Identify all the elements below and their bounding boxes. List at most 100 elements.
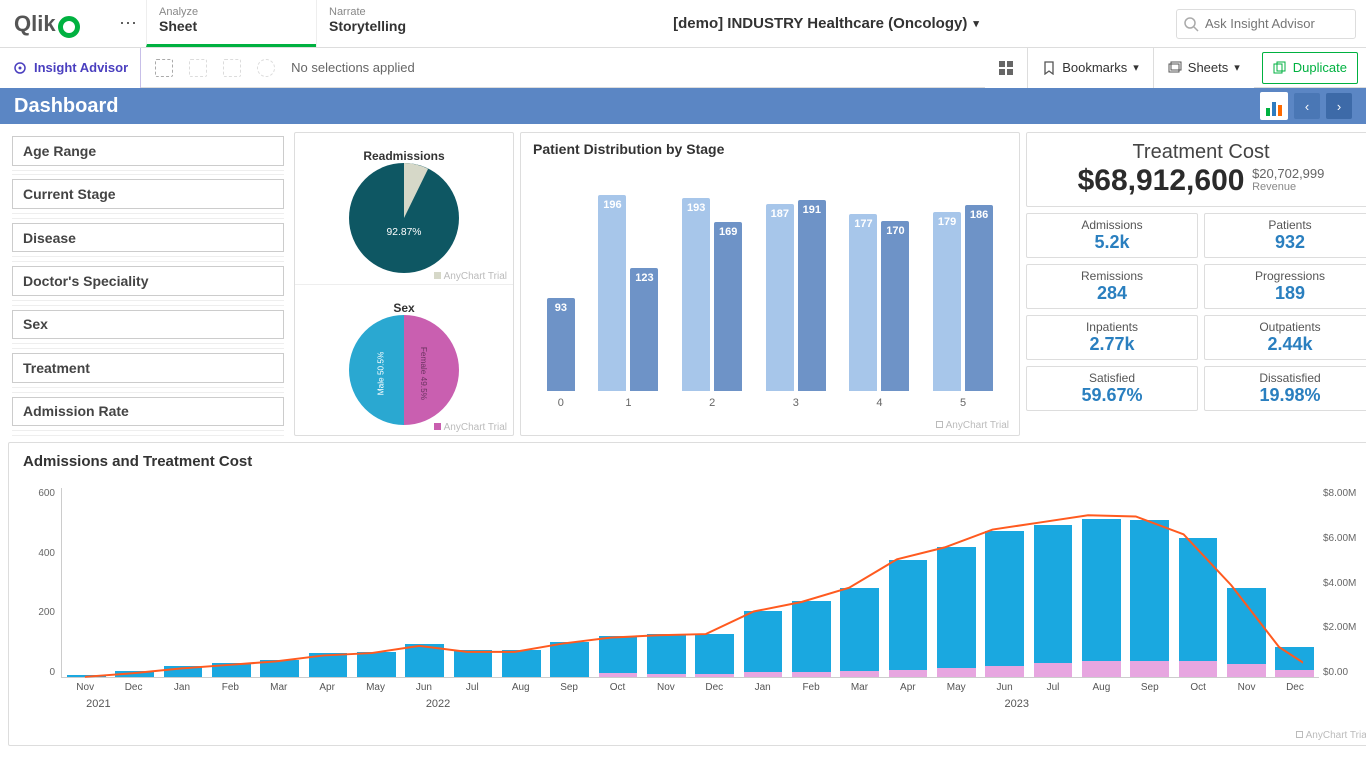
step-forward-icon[interactable] [223,59,241,77]
search-icon [1183,16,1199,32]
filter-item[interactable]: Sex [12,310,284,340]
kpi-value: 19.98% [1209,385,1366,406]
tab-analyze[interactable]: Analyze Sheet [146,0,316,47]
sheets-button[interactable]: Sheets ▾ [1153,48,1254,88]
readmissions-pie[interactable]: Readmissions 92.87% AnyChart Trial [295,133,513,284]
kpi-card[interactable]: Progressions189 [1204,264,1366,309]
sheets-label: Sheets [1188,60,1228,75]
y-axis-left: 6004002000 [25,488,55,678]
step-back-icon[interactable] [189,59,207,77]
clear-selections-icon[interactable] [257,59,275,77]
filter-item[interactable]: Age Range [12,136,284,166]
tab-suplabel: Analyze [159,6,304,18]
app-header: Qlik ⋯ Analyze Sheet Narrate Storytellin… [0,0,1366,48]
sheet-title: Dashboard [14,95,118,118]
chevron-down-icon: ▾ [1234,61,1240,74]
chevron-down-icon: ▾ [973,17,979,30]
x-axis-months: NovDecJanFebMarAprMayJunJulAugSepOctNovD… [61,682,1319,693]
kpi-label: Dissatisfied [1209,371,1366,385]
kpi-label: Outpatients [1209,320,1366,334]
app-title[interactable]: [demo] INDUSTRY Healthcare (Oncology) ▾ [486,0,1166,47]
more-menu-button[interactable]: ⋯ [110,0,146,47]
kpi-label: Admissions [1031,218,1193,232]
kpi-label: Satisfied [1031,371,1193,385]
insight-label: Insight Advisor [34,60,128,75]
kpi-panel: Treatment Cost $68,912,600 $20,702,999 R… [1026,132,1366,436]
kpi-card[interactable]: Remissions284 [1026,264,1198,309]
kpi-label: Progressions [1209,269,1366,283]
kpi-label: Inpatients [1031,320,1193,334]
tab-suplabel: Narrate [329,6,474,18]
filter-item[interactable]: Doctor's Speciality [12,266,284,296]
sheets-icon [1168,61,1182,75]
no-selections-text: No selections applied [291,60,415,75]
bookmark-icon [1042,61,1056,75]
prev-sheet-button[interactable]: ‹ [1294,93,1320,119]
grid-icon [999,61,1013,75]
chart-title: Admissions and Treatment Cost [9,443,1366,480]
logo-circle-icon [58,16,80,38]
y-axis-right: $8.00M$6.00M$4.00M$2.00M$0.00 [1323,488,1366,678]
combo-chart: 6004002000 $8.00M$6.00M$4.00M$2.00M$0.00… [9,480,1366,745]
filter-item[interactable]: Admission Rate [12,397,284,427]
duplicate-label: Duplicate [1293,60,1347,75]
chart-title: Patient Distribution by Stage [521,133,1019,165]
distribution-panel[interactable]: Patient Distribution by Stage 9301961231… [520,132,1020,436]
pie-pct-label: 92.87% [387,227,422,238]
kpi-card[interactable]: Inpatients2.77k [1026,315,1198,360]
sheet-header: Dashboard ‹ › [0,88,1366,124]
filter-item[interactable]: Disease [12,223,284,253]
kpi-value: 59.67% [1031,385,1193,406]
duplicate-button[interactable]: Duplicate [1262,52,1358,84]
kpi-value: $68,912,600 [1078,164,1245,198]
distribution-barchart: 93019612311931692187191317717041791865An… [521,165,1019,435]
pie-icon: 92.87% [349,163,459,273]
pie-title: Readmissions [363,143,444,163]
sex-pie[interactable]: Sex Male 50.5% Female 49.5% AnyChart Tri… [295,285,513,436]
trial-text: AnyChart Trial [444,271,507,282]
kpi-card[interactable]: Patients932 [1204,213,1366,258]
kpi-card[interactable]: Admissions5.2k [1026,213,1198,258]
kpi-value: 2.44k [1209,334,1366,355]
pie-icon: Male 50.5% Female 49.5% [349,315,459,425]
pie-title: Sex [393,295,414,315]
insight-advisor-button[interactable]: Insight Advisor [0,48,141,88]
kpi-card[interactable]: Satisfied59.67% [1026,366,1198,411]
next-sheet-button[interactable]: › [1326,93,1352,119]
kpi-side-label: Revenue [1252,181,1324,193]
kpi-value: 5.2k [1031,232,1193,253]
kpi-side-value: $20,702,999 [1252,166,1324,181]
duplicate-icon [1273,61,1287,75]
kpi-card[interactable]: Dissatisfied19.98% [1204,366,1366,411]
filter-item[interactable]: Treatment [12,353,284,383]
svg-text:Female 49.5%: Female 49.5% [419,347,428,401]
trial-text: AnyChart Trial [444,422,507,433]
chevron-down-icon: ▾ [1133,61,1139,74]
kpi-card[interactable]: Outpatients2.44k [1204,315,1366,360]
pie-panel: Readmissions 92.87% AnyChart Trial Sex M… [294,132,514,436]
bookmarks-label: Bookmarks [1062,60,1127,75]
sheet-thumbnail-icon[interactable] [1260,92,1288,120]
kpi-label: Patients [1209,218,1366,232]
sparkle-icon [12,60,28,76]
selections-toolbar: Insight Advisor No selections applied Bo… [0,48,1366,88]
kpi-label: Remissions [1031,269,1193,283]
filter-item[interactable]: Current Stage [12,179,284,209]
kpi-treatment-cost[interactable]: Treatment Cost $68,912,600 $20,702,999 R… [1026,132,1366,207]
assets-button[interactable] [985,48,1027,88]
admissions-panel[interactable]: Admissions and Treatment Cost 6004002000… [8,442,1366,746]
tab-mainlabel: Sheet [159,18,304,34]
logo: Qlik [0,0,110,47]
smart-search-icon[interactable] [155,59,173,77]
bookmarks-button[interactable]: Bookmarks ▾ [1027,48,1153,88]
app-title-text: [demo] INDUSTRY Healthcare (Oncology) [673,15,967,32]
logo-text: Qlik [14,11,56,37]
kpi-value: 284 [1031,283,1193,304]
trial-text: AnyChart Trial [946,420,1009,431]
search-container [1166,0,1366,47]
filter-pane: Age Range Current Stage Disease Doctor's Sp… [8,132,288,436]
kpi-value: 2.77k [1031,334,1193,355]
tab-narrate[interactable]: Narrate Storytelling [316,0,486,47]
kpi-value: 932 [1209,232,1366,253]
search-input[interactable] [1176,9,1356,39]
